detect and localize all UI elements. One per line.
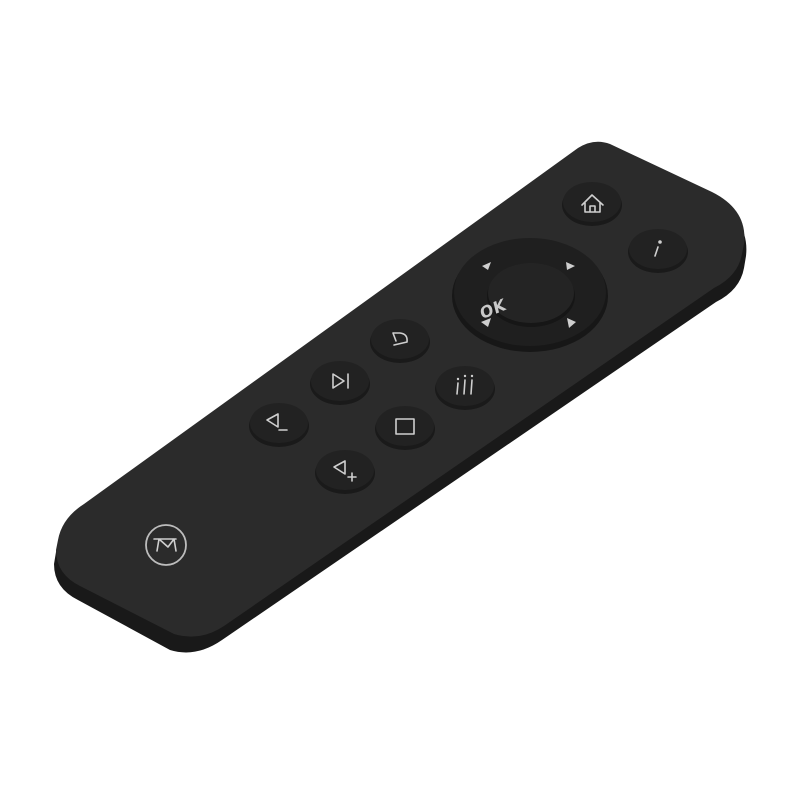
remote-body-top xyxy=(56,141,745,637)
volume-down-button[interactable] xyxy=(249,403,309,447)
remote-control-illustration: OK xyxy=(54,141,747,653)
home-button[interactable] xyxy=(562,182,622,226)
volume-up-button[interactable] xyxy=(315,450,375,494)
info-button[interactable] xyxy=(628,229,688,273)
stop-button[interactable] xyxy=(375,406,435,450)
menu-button[interactable] xyxy=(435,366,495,410)
product-photo: OK xyxy=(0,0,800,800)
back-button[interactable] xyxy=(370,319,430,363)
play-pause-button[interactable] xyxy=(310,361,370,405)
dpad: OK xyxy=(452,238,608,352)
